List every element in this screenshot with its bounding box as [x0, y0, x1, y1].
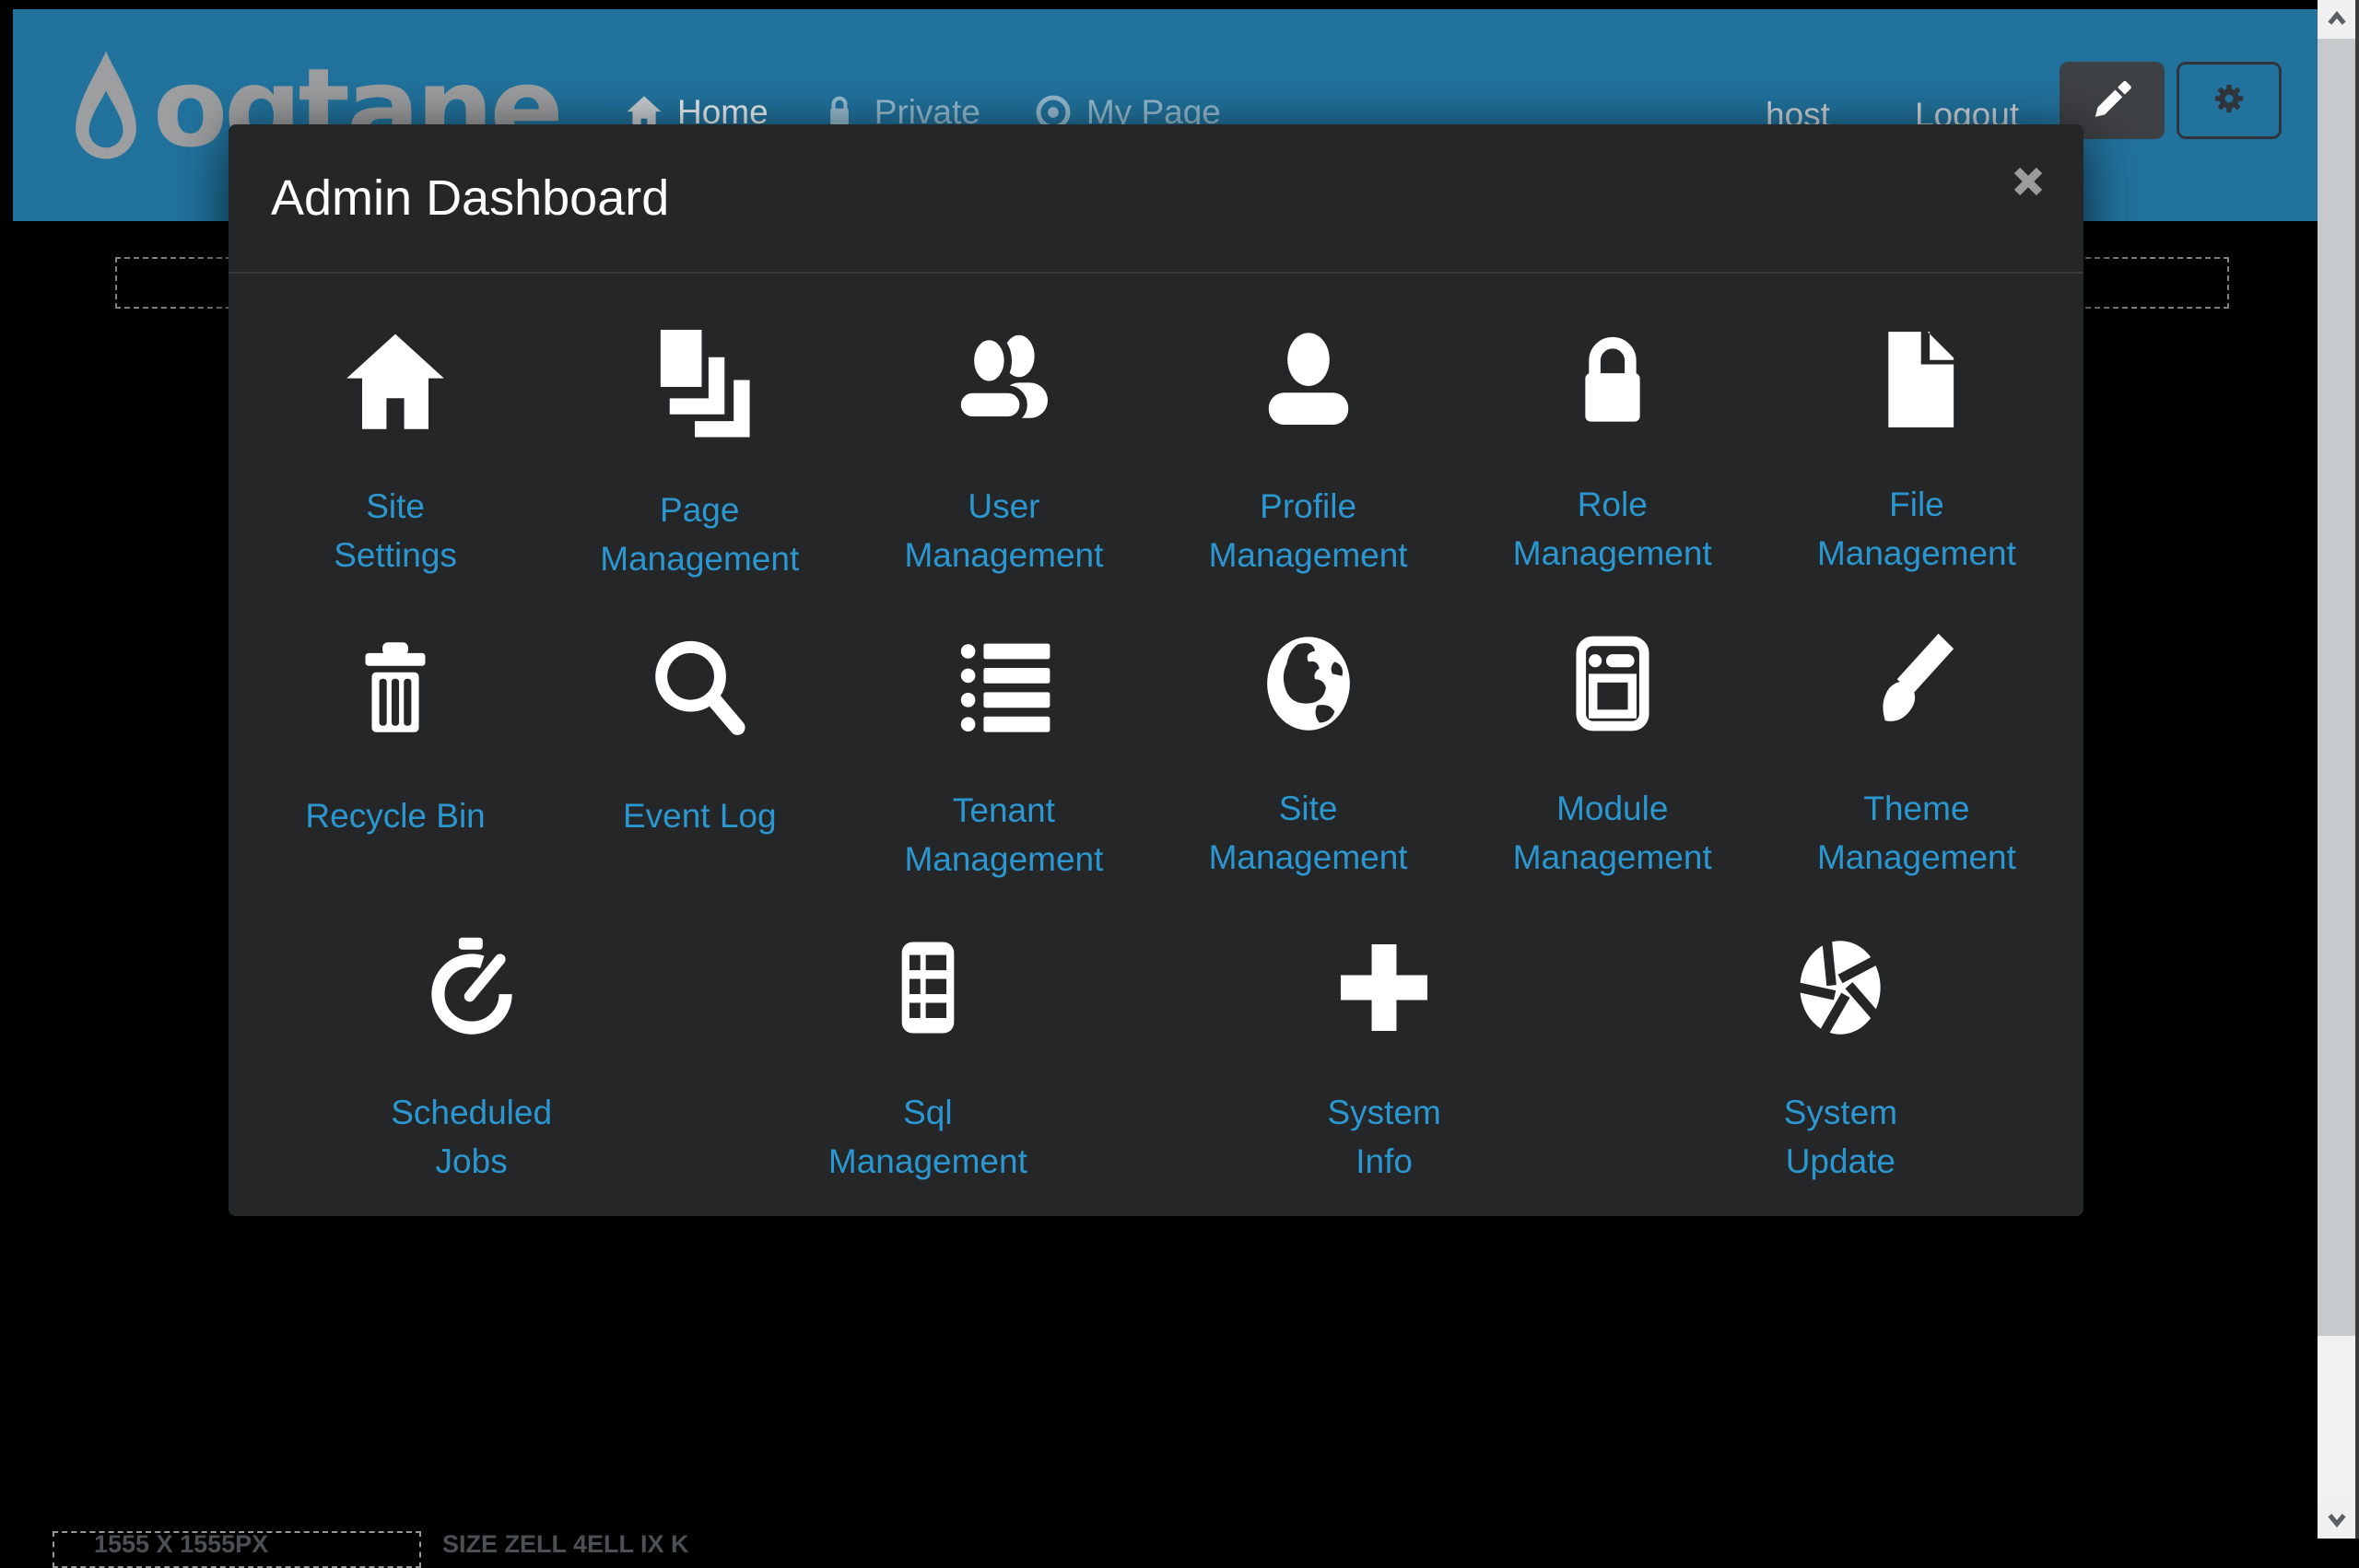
tile-label: ProfileManagement	[1209, 482, 1408, 579]
window-edge	[2355, 0, 2359, 1539]
plus-icon	[1332, 933, 1436, 1042]
window-icon	[1558, 629, 1667, 738]
tile-label: PageManagement	[600, 486, 799, 583]
tile-label: SystemUpdate	[1784, 1088, 1897, 1186]
users-icon	[948, 325, 1059, 436]
scrollbar-thumb[interactable]	[2318, 39, 2355, 1336]
close-icon	[2010, 163, 2047, 200]
brush-icon	[1862, 629, 1971, 738]
pages-icon	[642, 325, 757, 439]
clipped-text-fragment: SIZE ZELL 4ELL IX K	[442, 1530, 689, 1559]
tile-role-management[interactable]: RoleManagement	[1461, 274, 1765, 578]
tile-sql-management[interactable]: SqlManagement	[699, 882, 1156, 1186]
admin-dashboard-modal: Admin Dashboard SiteSettings	[229, 124, 2083, 1216]
tile-module-management[interactable]: ModuleManagement	[1461, 578, 1765, 882]
chevron-up-icon	[2321, 4, 2353, 35]
tile-theme-management[interactable]: ThemeManagement	[1765, 578, 2069, 882]
aperture-icon	[1786, 933, 1895, 1042]
timer-icon	[417, 933, 526, 1042]
tile-user-management[interactable]: UserManagement	[851, 274, 1156, 578]
admin-tiles: SiteSettings PageManagement	[229, 274, 2083, 1186]
tile-row-3: ScheduledJobs SqlManagement	[243, 882, 2069, 1186]
search-icon	[645, 629, 754, 745]
tile-label: Event Log	[623, 791, 777, 840]
tile-event-log[interactable]: Event Log	[547, 578, 851, 882]
lock-icon	[1560, 325, 1665, 434]
chevron-down-icon	[2321, 1504, 2353, 1535]
water-drop-icon	[72, 48, 140, 164]
tile-file-management[interactable]: FileManagement	[1765, 274, 2069, 578]
trash-icon	[342, 629, 449, 745]
tile-site-management[interactable]: SiteManagement	[1156, 578, 1461, 882]
tile-row-1: SiteSettings PageManagement	[243, 274, 2069, 578]
tile-profile-management[interactable]: ProfileManagement	[1156, 274, 1461, 578]
tile-label: ModuleManagement	[1513, 784, 1712, 882]
tile-label: Recycle Bin	[305, 791, 485, 840]
vertical-scrollbar[interactable]	[2318, 0, 2355, 1539]
modal-title: Admin Dashboard	[271, 124, 669, 272]
tile-label: UserManagement	[904, 482, 1103, 579]
tile-label: FileManagement	[1817, 480, 2016, 578]
scroll-down-button[interactable]	[2318, 1500, 2355, 1539]
file-icon	[1862, 325, 1971, 434]
tile-scheduled-jobs[interactable]: ScheduledJobs	[243, 882, 699, 1186]
pencil-icon	[2088, 75, 2136, 127]
tile-recycle-bin[interactable]: Recycle Bin	[243, 578, 547, 882]
tile-label: SiteSettings	[334, 482, 457, 579]
gear-icon	[2203, 73, 2255, 129]
tile-row-2: Recycle Bin Event Log	[243, 578, 2069, 882]
tile-label: SiteManagement	[1209, 784, 1408, 882]
tile-label: ScheduledJobs	[391, 1088, 552, 1186]
tile-label: SystemInfo	[1327, 1088, 1440, 1186]
tile-site-settings[interactable]: SiteSettings	[243, 274, 547, 578]
tile-label: SqlManagement	[828, 1088, 1027, 1186]
modal-header: Admin Dashboard	[229, 124, 2083, 274]
scroll-up-button[interactable]	[2318, 0, 2355, 39]
settings-button[interactable]	[2177, 62, 2282, 139]
tile-label: ThemeManagement	[1817, 784, 2016, 882]
grid-icon	[874, 933, 982, 1042]
tile-tenant-management[interactable]: TenantManagement	[851, 578, 1156, 882]
tile-page-management[interactable]: PageManagement	[547, 274, 851, 578]
close-button[interactable]	[2008, 161, 2048, 202]
globe-icon	[1254, 629, 1363, 738]
person-icon	[1253, 325, 1364, 436]
clipped-text-fragment: 1555 X 1555PX	[94, 1530, 268, 1559]
tile-label: TenantManagement	[904, 786, 1103, 883]
tile-system-info[interactable]: SystemInfo	[1156, 882, 1613, 1186]
home-icon	[340, 325, 451, 436]
tile-label: RoleManagement	[1513, 480, 1712, 578]
list-icon	[948, 629, 1059, 740]
tile-system-update[interactable]: SystemUpdate	[1613, 882, 2069, 1186]
